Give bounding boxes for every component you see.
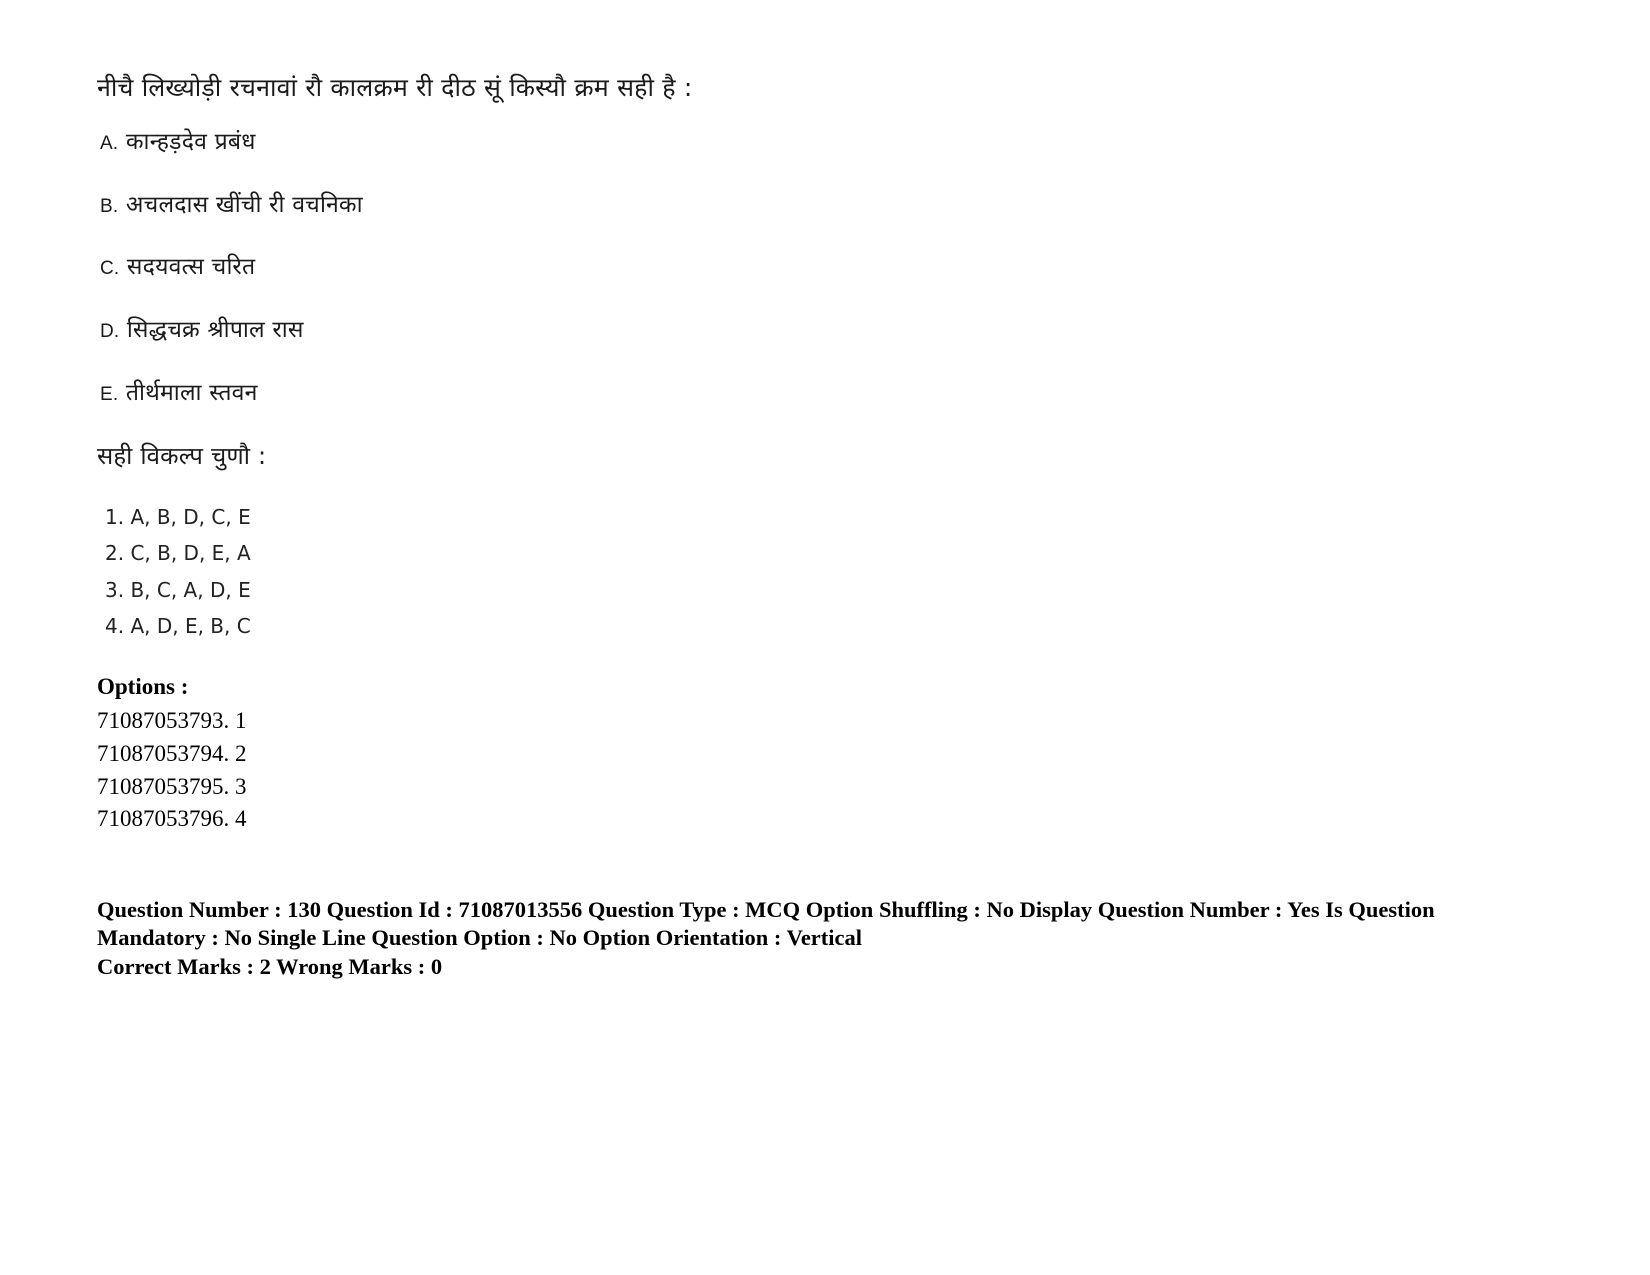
statement-label-b: B. bbox=[100, 195, 119, 217]
question-metadata: Question Number : 130 Question Id : 7108… bbox=[97, 896, 1517, 981]
statement-item-e: E. तीर्थमाला स्तवन bbox=[100, 380, 1557, 408]
metadata-line-details: Question Number : 130 Question Id : 7108… bbox=[97, 896, 1435, 951]
statement-label-e: E. bbox=[100, 383, 119, 405]
answer-choice-2: 2. C, B, D, E, A bbox=[105, 541, 251, 566]
option-id-row-2: 71087053794. 2 bbox=[97, 740, 247, 766]
option-id-row-4: 71087053796. 4 bbox=[97, 806, 247, 832]
option-id-list: 71087053793. 1 71087053794. 2 7108705379… bbox=[97, 705, 1557, 836]
answer-choice-3: 3. B, C, A, D, E bbox=[105, 577, 251, 602]
option-id-row-1: 71087053793. 1 bbox=[97, 708, 247, 734]
question-stem: नीचै लिख्योड़ी रचनावां रौ कालक्रम री दीठ… bbox=[97, 73, 693, 102]
metadata-line-marks: Correct Marks : 2 Wrong Marks : 0 bbox=[97, 953, 443, 979]
choose-correct-option-label: सही विकल्प चुणौ : bbox=[97, 442, 267, 471]
statement-label-c: C. bbox=[100, 258, 120, 280]
statement-item-b: B. अचलदास खींची री वचनिका bbox=[100, 192, 1557, 220]
statement-item-c: C. सदयवत्स चरित bbox=[100, 254, 1557, 282]
statement-list: A. कान्हड़देव प्रबंध B. अचलदास खींची री … bbox=[97, 129, 1557, 407]
document-page: नीचै लिख्योड़ी रचनावां रौ कालक्रम री दीठ… bbox=[0, 0, 1650, 1275]
statement-item-d: D. सिद्धचक्र श्रीपाल रास bbox=[100, 317, 1557, 345]
options-heading: Options : bbox=[97, 673, 189, 699]
question-content: नीचै लिख्योड़ी रचनावां रौ कालक्रम री दीठ… bbox=[97, 72, 1557, 981]
answer-choice-1: 1. A, B, D, C, E bbox=[105, 505, 251, 530]
statement-label-d: D. bbox=[100, 321, 120, 343]
options-section: Options : 71087053793. 1 71087053794. 2 … bbox=[97, 671, 1557, 836]
statement-text-e: तीर्थमाला स्तवन bbox=[125, 379, 258, 406]
answer-choice-4: 4. A, D, E, B, C bbox=[105, 614, 251, 639]
statement-text-a: कान्हड़देव प्रबंध bbox=[125, 129, 256, 156]
statement-label-a: A. bbox=[100, 133, 119, 155]
statement-item-a: A. कान्हड़देव प्रबंध bbox=[100, 129, 1557, 157]
statement-text-b: अचलदास खींची री वचनिका bbox=[125, 191, 363, 218]
option-id-row-3: 71087053795. 3 bbox=[97, 773, 247, 799]
answer-choice-list: 1. A, B, D, C, E 2. C, B, D, E, A 3. B, … bbox=[105, 499, 1557, 645]
statement-text-c: सदयवत्स चरित bbox=[126, 254, 256, 281]
statement-text-d: सिद्धचक्र श्रीपाल रास bbox=[126, 317, 304, 344]
